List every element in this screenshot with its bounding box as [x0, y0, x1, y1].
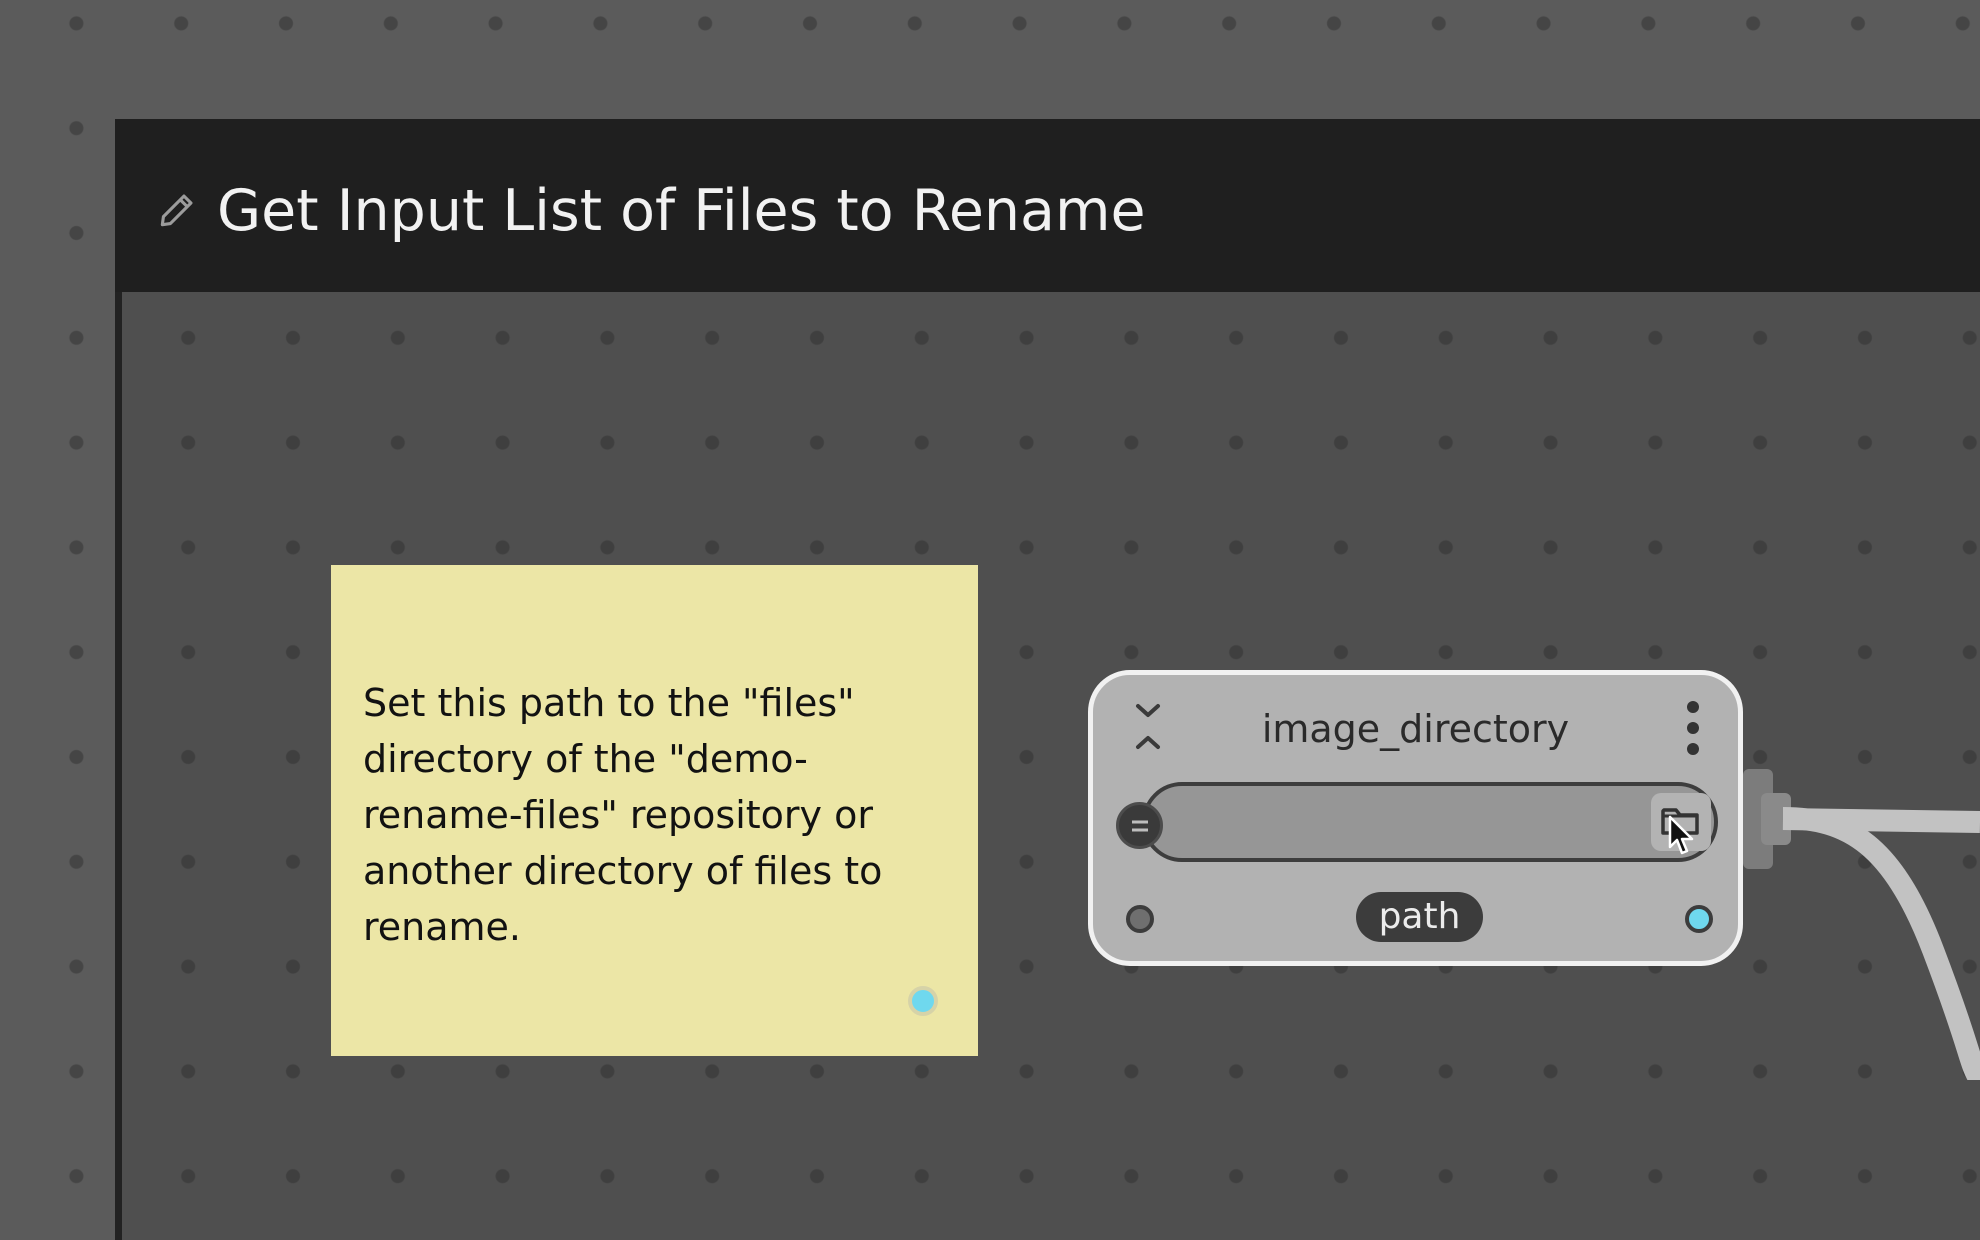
link-handle[interactable] — [1116, 802, 1163, 849]
pencil-icon[interactable] — [155, 188, 199, 232]
vertical-dots-icon[interactable] — [1686, 700, 1700, 756]
group-title[interactable]: Get Input List of Files to Rename — [217, 175, 1146, 247]
connection-wire[interactable] — [1743, 760, 1980, 1080]
note-text: Set this path to the "files" directory o… — [363, 681, 883, 949]
path-input[interactable] — [1142, 782, 1718, 862]
type-badge: path — [1356, 892, 1483, 942]
sticky-note[interactable]: Set this path to the "files" directory o… — [331, 565, 978, 1056]
cursor-icon — [1668, 815, 1694, 855]
node-title[interactable]: image_directory — [1193, 705, 1638, 753]
chevron-collapse-icon[interactable] — [1130, 697, 1166, 757]
equals-icon — [1132, 820, 1148, 832]
path-node[interactable]: image_directory path — [1088, 670, 1743, 966]
input-port[interactable] — [1126, 905, 1154, 933]
note-connector[interactable] — [908, 986, 938, 1016]
output-port[interactable] — [1685, 905, 1713, 933]
